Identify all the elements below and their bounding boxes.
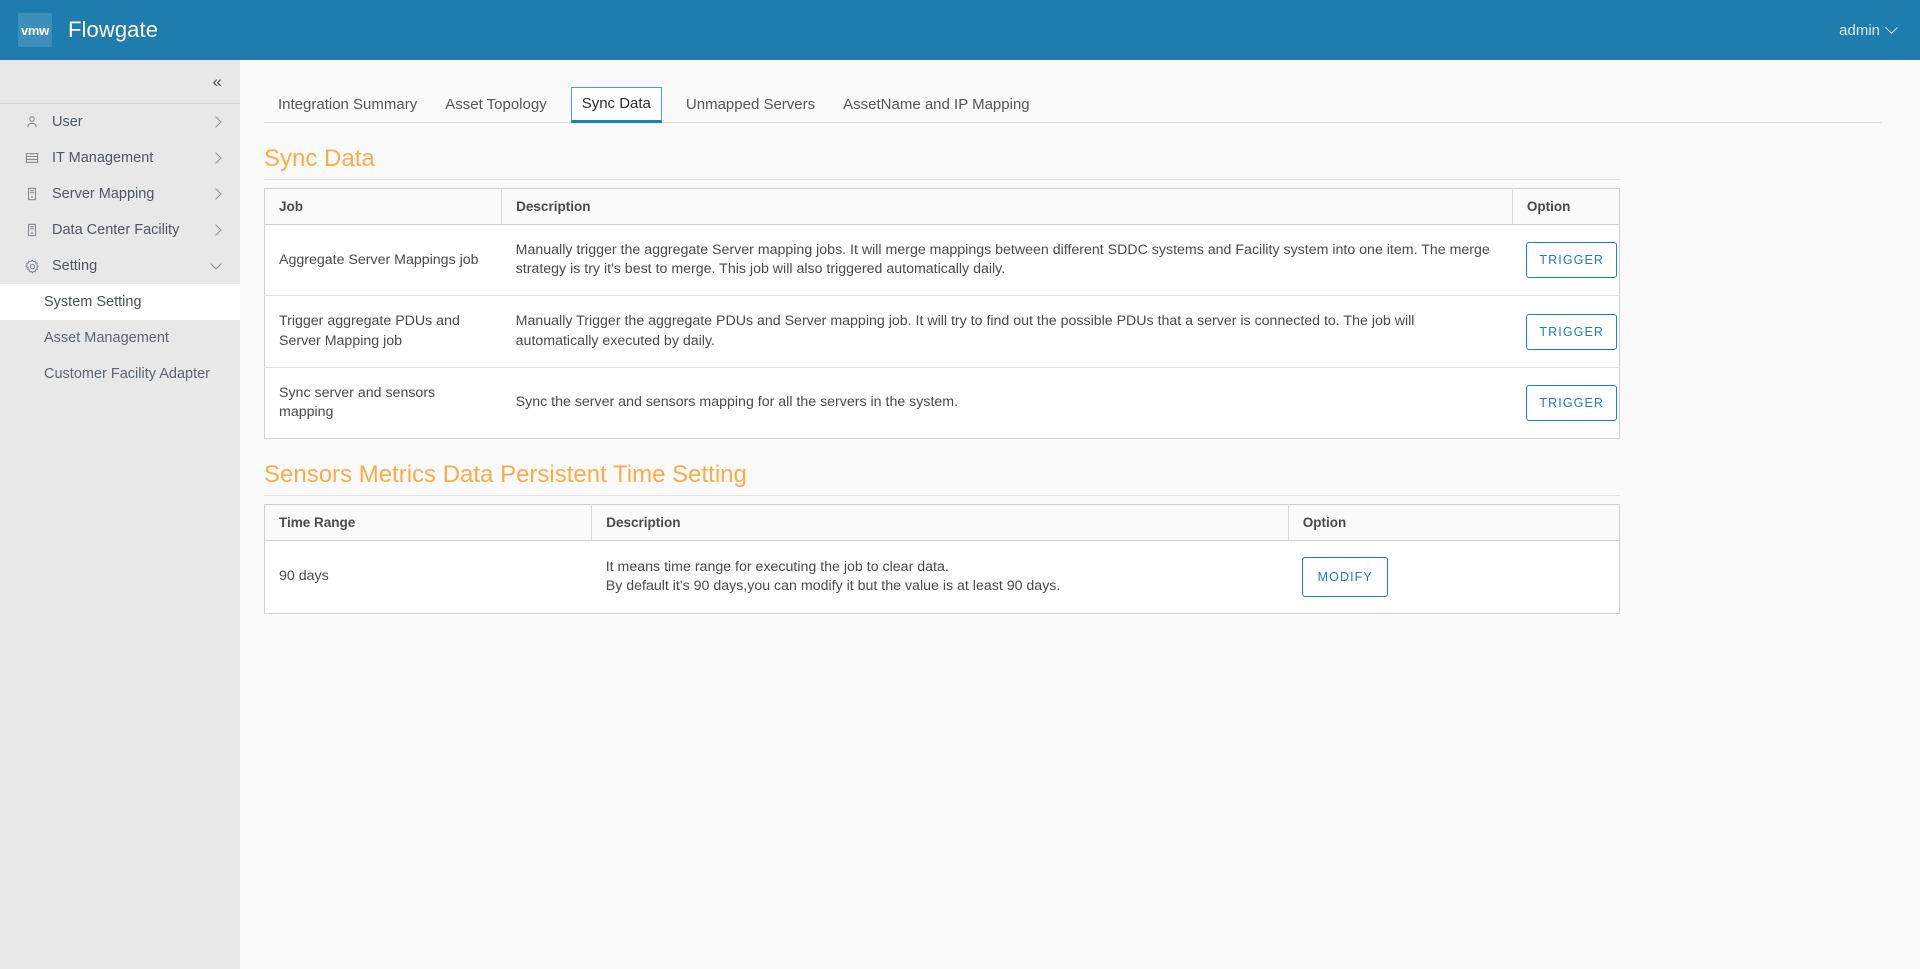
cell-option: TRIGGER <box>1512 224 1620 297</box>
trigger-button[interactable]: TRIGGER <box>1526 242 1618 279</box>
sidebar-collapse-button[interactable]: « <box>0 60 240 104</box>
sidebar-item-server-mapping[interactable]: Server Mapping <box>0 176 240 212</box>
gear-icon <box>22 258 42 274</box>
chevron-down-icon <box>210 258 222 270</box>
persist-time-section-title: Sensors Metrics Data Persistent Time Set… <box>264 461 1620 497</box>
column-header-job: Job <box>264 188 502 225</box>
table-row: 90 days It means time range for executin… <box>265 541 1620 614</box>
sidebar-subitem-label: Asset Management <box>44 330 169 346</box>
column-header-description: Description <box>591 504 1289 542</box>
sidebar: « User IT Management Server Mapping Data… <box>0 60 240 969</box>
sync-data-table: Job Description Option Aggregate Server … <box>264 188 1620 440</box>
list-icon <box>22 151 42 165</box>
trigger-button[interactable]: TRIGGER <box>1526 313 1618 350</box>
user-icon <box>22 115 42 129</box>
column-header-description: Description <box>501 188 1513 225</box>
description-line-2: By default it's 90 days,you can modify i… <box>605 578 1061 595</box>
sidebar-subitem-asset-management[interactable]: Asset Management <box>0 320 240 356</box>
tab-assetname-and-ip-mapping[interactable]: AssetName and IP Mapping <box>829 88 1044 123</box>
cell-time-range: 90 days <box>279 568 329 585</box>
sidebar-subitem-label: Customer Facility Adapter <box>44 366 211 382</box>
rack-icon <box>22 223 42 237</box>
cell-job: Aggregate Server Mappings job <box>264 224 502 297</box>
column-header-option: Option <box>1287 504 1620 542</box>
table-header-row: Job Description Option <box>264 188 1620 225</box>
double-chevron-left-icon: « <box>212 72 222 91</box>
persist-time-section: Sensors Metrics Data Persistent Time Set… <box>240 461 1920 615</box>
modify-button[interactable]: MODIFY <box>1302 557 1389 598</box>
sidebar-item-label: Setting <box>52 258 98 274</box>
trigger-button[interactable]: TRIGGER <box>1526 384 1618 421</box>
vmware-logo-icon: vmw <box>18 13 52 47</box>
tabs-container: Integration Summary Asset Topology Sync … <box>240 60 1920 123</box>
chevron-down-icon <box>1885 20 1898 34</box>
persist-time-table: Time Range Description Option 90 days It… <box>264 504 1620 615</box>
sidebar-item-data-center-facility[interactable]: Data Center Facility <box>0 212 240 248</box>
cell-description: Manually Trigger the aggregate PDUs and … <box>501 295 1513 368</box>
sidebar-item-setting[interactable]: Setting <box>0 248 240 284</box>
app-shell: « User IT Management Server Mapping Data… <box>0 60 1920 969</box>
description-line-1: It means time range for executing the jo… <box>605 558 949 575</box>
column-header-time-range: Time Range <box>264 504 592 542</box>
brand: vmw Flowgate <box>18 13 158 47</box>
chevron-right-icon <box>210 224 222 236</box>
server-icon <box>22 187 42 201</box>
sync-data-section: Sync Data Job Description Option Aggrega… <box>240 145 1920 440</box>
user-menu-label: admin <box>1839 21 1880 39</box>
tab-asset-topology[interactable]: Asset Topology <box>431 88 560 123</box>
sidebar-item-it-management[interactable]: IT Management <box>0 140 240 176</box>
top-header-bar: vmw Flowgate admin <box>0 0 1920 60</box>
user-menu[interactable]: admin <box>1839 20 1898 39</box>
table-row: Sync server and sensors mapping Sync the… <box>265 367 1620 438</box>
main-content: Integration Summary Asset Topology Sync … <box>240 60 1920 969</box>
sidebar-subitem-customer-facility-adapter[interactable]: Customer Facility Adapter <box>0 356 240 392</box>
cell-option: MODIFY <box>1288 541 1619 614</box>
cell-description: It means time range for executing the jo… <box>592 541 1289 614</box>
cell-option: TRIGGER <box>1512 367 1619 438</box>
sidebar-subitem-system-setting[interactable]: System Setting <box>0 284 240 320</box>
table-row: Aggregate Server Mappings job Manually t… <box>264 224 1620 297</box>
sync-data-section-title: Sync Data <box>264 145 1620 180</box>
tab-bar: Integration Summary Asset Topology Sync … <box>264 86 1882 123</box>
sidebar-item-label: Server Mapping <box>52 186 155 202</box>
app-title: Flowgate <box>68 17 159 42</box>
cell-job: Trigger aggregate PDUs and Server Mappin… <box>264 295 502 368</box>
table-header-row: Time Range Description Option <box>264 504 1620 542</box>
sidebar-item-label: Data Center Facility <box>52 222 180 238</box>
cell-job: Sync server and sensors mapping <box>279 384 436 420</box>
cell-description: Manually trigger the aggregate Server ma… <box>501 224 1513 297</box>
chevron-right-icon <box>210 116 222 128</box>
tab-integration-summary[interactable]: Integration Summary <box>264 88 431 123</box>
column-header-option: Option <box>1511 188 1620 225</box>
table-row: Trigger aggregate PDUs and Server Mappin… <box>264 295 1620 368</box>
tab-unmapped-servers[interactable]: Unmapped Servers <box>672 88 829 123</box>
sidebar-item-label: User <box>52 114 83 130</box>
sidebar-subitem-label: System Setting <box>44 294 142 310</box>
tab-sync-data[interactable]: Sync Data <box>570 87 662 123</box>
chevron-right-icon <box>210 152 222 164</box>
chevron-right-icon <box>210 188 222 200</box>
cell-description: Sync the server and sensors mapping for … <box>515 394 959 411</box>
cell-option: TRIGGER <box>1512 295 1620 368</box>
sidebar-item-label: IT Management <box>52 150 154 166</box>
sidebar-item-user[interactable]: User <box>0 104 240 140</box>
